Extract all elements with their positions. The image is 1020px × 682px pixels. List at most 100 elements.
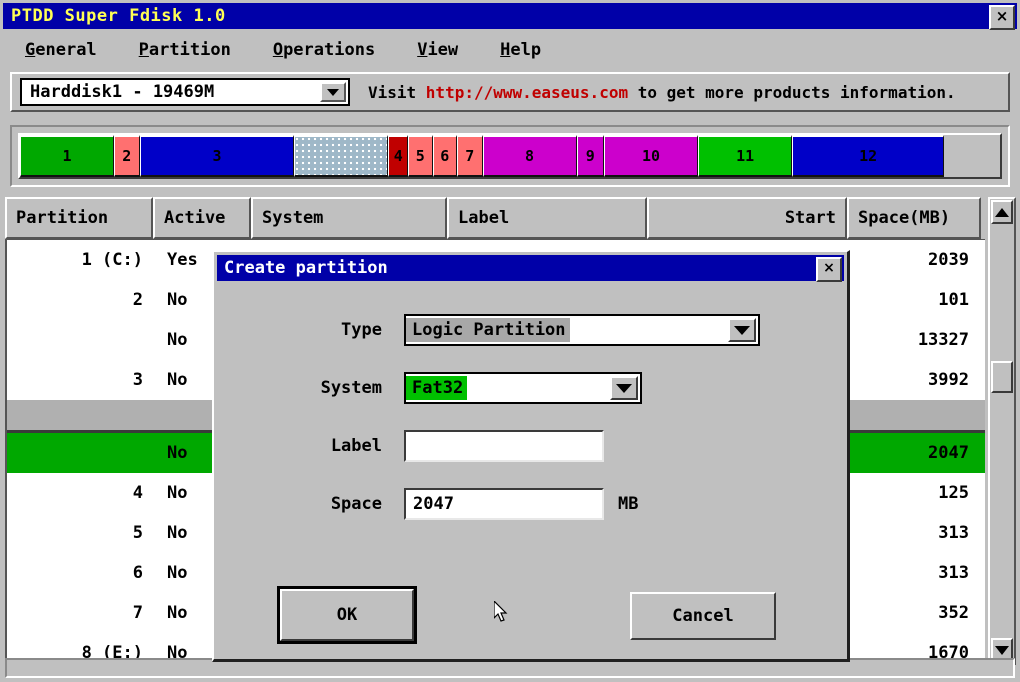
chevron-down-icon[interactable] xyxy=(320,82,346,102)
cell-space: 2039 xyxy=(928,250,969,270)
disk-map-segment-8[interactable]: 8 xyxy=(482,135,577,177)
type-label: Type xyxy=(341,320,382,340)
disk-map-segment-11[interactable]: 11 xyxy=(698,135,793,177)
field-row-type: Type Logic Partition xyxy=(214,312,847,348)
disk-map-segment-label: 5 xyxy=(415,147,425,165)
disk-map-segment-label: 8 xyxy=(525,147,535,165)
disk-map-segment-10[interactable]: 10 xyxy=(604,135,699,177)
disk-select-combobox[interactable]: Harddisk1 - 19469M xyxy=(20,78,350,106)
promo-text: Visit http://www.easeus.com to get more … xyxy=(368,83,956,102)
application-window: PTDD Super Fdisk 1.0 × General Partition O… xyxy=(0,0,1020,682)
vertical-scrollbar[interactable] xyxy=(988,197,1016,665)
cell-partition: 5 xyxy=(132,523,143,543)
column-header-space[interactable]: Space(MB) xyxy=(847,197,981,239)
disk-map-segment-1[interactable]: 1 xyxy=(20,135,115,177)
disk-map-segment-6[interactable]: 6 xyxy=(432,135,458,177)
chevron-down-icon[interactable] xyxy=(728,318,756,342)
menu-item-help[interactable]: Help xyxy=(500,40,541,60)
label-input[interactable] xyxy=(404,430,604,462)
cell-space: 13327 xyxy=(917,330,969,350)
cell-space: 313 xyxy=(938,563,969,583)
menu-item-general[interactable]: General xyxy=(25,40,97,60)
promo-prefix: Visit xyxy=(368,82,426,102)
disk-map-segment-label: 11 xyxy=(736,147,755,165)
cell-space: 101 xyxy=(938,290,969,310)
disk-map-segment-label: 1 xyxy=(62,147,72,165)
disk-map-segment-free[interactable] xyxy=(944,135,1000,177)
dialog-close-button[interactable]: × xyxy=(816,257,842,282)
disk-map-segment-label: 3 xyxy=(212,147,222,165)
disk-map-panel: 1 2 3 4 5 6 7 8 9 10 11 12 xyxy=(10,125,1010,187)
disk-map-segment-label: 6 xyxy=(440,147,450,165)
column-header-partition[interactable]: Partition xyxy=(5,197,153,239)
disk-map-segment-label: 10 xyxy=(642,147,661,165)
space-input[interactable]: 2047 xyxy=(404,488,604,520)
dialog-title: Create partition xyxy=(224,258,388,278)
menu-mnemonic: G xyxy=(25,40,36,60)
column-header-active[interactable]: Active xyxy=(153,197,251,239)
column-header-label[interactable]: Label xyxy=(447,197,647,239)
space-unit: MB xyxy=(618,494,639,514)
cell-partition: 1 (C:) xyxy=(81,250,143,270)
disk-map-segment-4[interactable]: 4 xyxy=(388,135,409,177)
menu-label-rest: perations xyxy=(283,40,376,60)
chevron-down-icon[interactable] xyxy=(610,376,638,400)
column-header-start[interactable]: Start xyxy=(647,197,847,239)
window-close-button[interactable]: × xyxy=(989,5,1015,30)
disk-map-segment-label: 2 xyxy=(122,147,132,165)
disk-map-segment-5[interactable]: 5 xyxy=(408,135,433,177)
system-value: Fat32 xyxy=(406,376,468,400)
type-value: Logic Partition xyxy=(406,318,570,342)
label-label: Label xyxy=(330,436,382,456)
ok-button[interactable]: OK xyxy=(277,586,417,644)
disk-map-segment-label: 12 xyxy=(859,147,878,165)
disk-map-segment-free[interactable] xyxy=(294,135,389,177)
menu-label-rest: iew xyxy=(427,40,459,60)
promo-link[interactable]: http://www.easeus.com xyxy=(426,83,628,102)
disk-map-segment-label: 7 xyxy=(465,147,475,165)
disk-map-segment-12[interactable]: 12 xyxy=(792,135,945,177)
field-row-label: Label xyxy=(214,428,847,464)
cell-space: 313 xyxy=(938,523,969,543)
space-label: Space xyxy=(330,494,382,514)
system-label: System xyxy=(320,378,382,398)
cell-space: 3992 xyxy=(928,370,969,390)
toolbar: Harddisk1 - 19469M Visit http://www.ease… xyxy=(10,72,1010,112)
menu-label-rest: eneral xyxy=(35,40,97,60)
column-header-system[interactable]: System xyxy=(251,197,447,239)
cell-space: 352 xyxy=(938,603,969,623)
disk-map-segment-label: 4 xyxy=(393,147,403,165)
menu-item-partition[interactable]: Partition xyxy=(139,40,231,60)
dialog-title-bar: Create partition × xyxy=(217,255,844,282)
menu-mnemonic: O xyxy=(272,40,284,60)
partition-table-header: Partition Active System Label Start Space(MB) xyxy=(5,197,985,239)
cell-partition: 7 xyxy=(132,603,143,623)
cancel-button[interactable]: Cancel xyxy=(630,592,776,640)
type-combobox[interactable]: Logic Partition xyxy=(404,314,760,346)
window-title-bar: PTDD Super Fdisk 1.0 × xyxy=(3,3,1017,30)
disk-map-segment-9[interactable]: 9 xyxy=(576,135,605,177)
menu-item-operations[interactable]: Operations xyxy=(273,40,375,60)
menu-bar: General Partition Operations View Help xyxy=(3,34,1017,66)
cell-partition: 6 xyxy=(132,563,143,583)
scroll-up-icon[interactable] xyxy=(991,200,1013,224)
cell-space: 125 xyxy=(938,483,969,503)
system-combobox[interactable]: Fat32 xyxy=(404,372,642,404)
menu-mnemonic: P xyxy=(138,40,149,60)
disk-map-segment-label: 9 xyxy=(585,147,595,165)
scrollbar-thumb[interactable] xyxy=(991,361,1013,393)
cell-space: 2047 xyxy=(928,443,969,463)
window-title: PTDD Super Fdisk 1.0 xyxy=(11,6,226,26)
promo-suffix: to get more products information. xyxy=(628,82,956,102)
disk-map-segment-3[interactable]: 3 xyxy=(139,135,295,177)
disk-select-value: Harddisk1 - 19469M xyxy=(30,82,215,102)
menu-mnemonic: V xyxy=(417,40,428,60)
menu-label-rest: elp xyxy=(510,40,542,60)
create-partition-dialog: Create partition × Type Logic Partition … xyxy=(212,250,850,662)
menu-item-view[interactable]: View xyxy=(417,40,458,60)
cell-partition: 2 xyxy=(132,290,143,310)
field-row-system: System Fat32 xyxy=(214,370,847,406)
menu-mnemonic: H xyxy=(500,40,511,60)
disk-map-segment-7[interactable]: 7 xyxy=(457,135,483,177)
disk-map-segment-2[interactable]: 2 xyxy=(114,135,140,177)
